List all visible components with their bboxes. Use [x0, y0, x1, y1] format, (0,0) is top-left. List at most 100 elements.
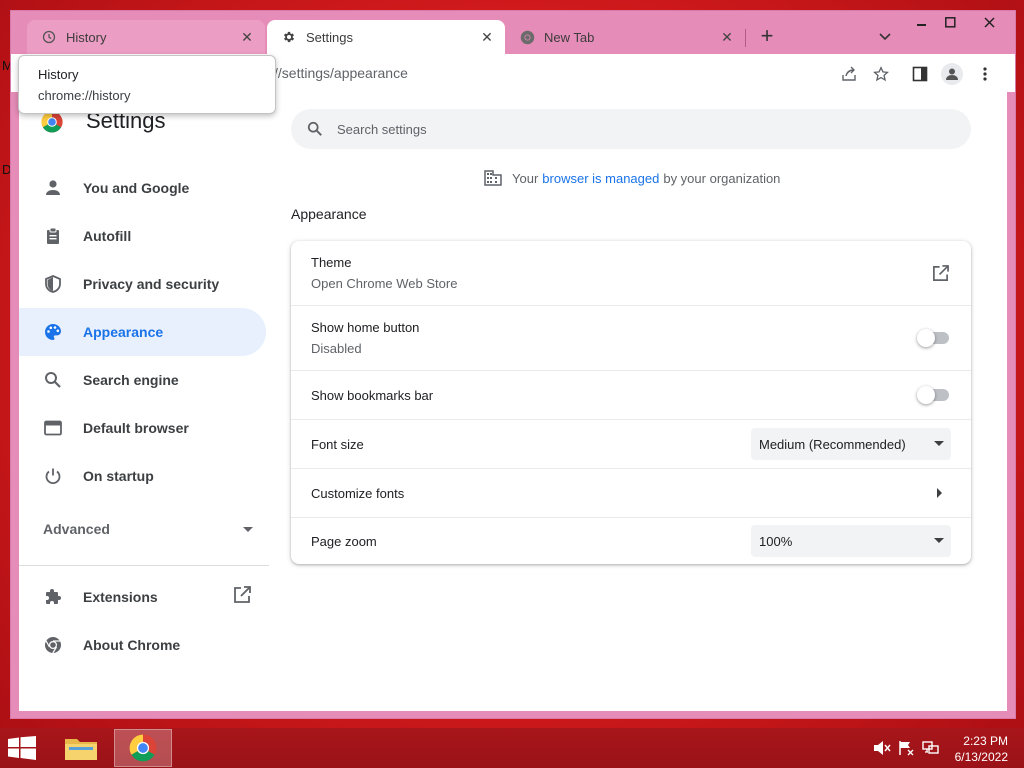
advanced-label: Advanced — [43, 521, 110, 537]
browser-icon — [41, 416, 65, 440]
open-in-new-icon[interactable] — [929, 262, 951, 284]
sidebar-item-privacy-and-security[interactable]: Privacy and security — [19, 260, 266, 308]
chrome-icon — [519, 29, 535, 45]
sidebar-item-appearance[interactable]: Appearance — [19, 308, 266, 356]
arrow-right-icon[interactable] — [929, 482, 951, 504]
puzzle-icon — [41, 585, 65, 609]
sidebar-item-extensions[interactable]: Extensions — [19, 573, 266, 621]
sidebar-item-on-startup[interactable]: On startup — [19, 452, 266, 500]
tab-title: Settings — [306, 29, 353, 45]
more-menu-icon[interactable] — [974, 63, 996, 85]
close-tab-icon[interactable]: ✕ — [717, 27, 737, 47]
font-size-label: Font size — [311, 436, 364, 452]
close-tab-icon[interactable]: ✕ — [237, 27, 257, 47]
settings-page: Settings You and Google Autofill Privacy… — [19, 92, 1007, 711]
new-tab-button[interactable]: + — [755, 25, 779, 49]
font-size-value: Medium (Recommended) — [759, 436, 906, 452]
sidebar-item-about-chrome[interactable]: About Chrome — [19, 621, 266, 669]
sidebar-item-label: Search engine — [83, 372, 179, 388]
sidebar-item-label: You and Google — [83, 180, 190, 196]
system-clock[interactable]: 2:23 PM 6/13/2022 — [955, 733, 1008, 765]
page-zoom-value: 100% — [759, 533, 793, 549]
caret-down-icon — [927, 538, 951, 544]
tab-title: History — [66, 29, 107, 45]
open-in-new-icon[interactable] — [233, 586, 253, 606]
chrome-outline-icon — [41, 633, 65, 657]
file-explorer-icon[interactable] — [52, 729, 110, 767]
sidebar-item-search-engine[interactable]: Search engine — [19, 356, 266, 404]
search-settings-input[interactable] — [337, 121, 937, 137]
appearance-card: Theme Open Chrome Web Store Show home bu… — [291, 241, 971, 564]
sidebar-divider — [19, 565, 269, 566]
managed-link[interactable]: browser is managed — [542, 171, 659, 186]
caret-down-icon — [927, 441, 951, 447]
close-tab-icon[interactable]: ✕ — [477, 27, 497, 47]
sidebar-item-label: About Chrome — [83, 637, 181, 653]
browser-window: History ✕ Settings ✕ New Tab ✕ + //setti… — [10, 10, 1016, 719]
page-zoom-select[interactable]: 100% — [751, 525, 951, 557]
page-zoom-row: Page zoom 100% — [291, 518, 971, 564]
tab-strip: History ✕ Settings ✕ New Tab ✕ + — [11, 11, 1015, 54]
font-size-row: Font size Medium (Recommended) — [291, 420, 971, 468]
managed-notice: Your browser is managed by your organiza… — [484, 169, 780, 187]
windows-start-icon[interactable] — [8, 736, 38, 760]
close-window-button[interactable] — [969, 11, 1009, 33]
bookmarks-bar-toggle[interactable] — [917, 386, 949, 404]
settings-sidebar: Settings You and Google Autofill Privacy… — [19, 92, 277, 711]
home-button-label: Show home button — [311, 320, 420, 335]
tab-new-tab[interactable]: New Tab ✕ — [505, 20, 745, 54]
search-settings-box[interactable] — [291, 109, 971, 149]
taskbar: 2:23 PM 6/13/2022 — [0, 728, 1024, 768]
sidebar-item-you-and-google[interactable]: You and Google — [19, 164, 266, 212]
tooltip-url: chrome://history — [38, 88, 131, 103]
managed-suffix: by your organization — [663, 170, 781, 186]
theme-label: Theme — [311, 255, 352, 270]
customize-fonts-label: Customize fonts — [311, 485, 405, 501]
clock-time: 2:23 PM — [963, 734, 1008, 748]
person-icon — [41, 176, 65, 200]
tab-title: New Tab — [544, 29, 595, 45]
sidebar-item-label: Appearance — [83, 324, 164, 340]
gear-icon — [281, 29, 297, 45]
minimize-button[interactable] — [907, 11, 937, 33]
section-title: Appearance — [291, 206, 367, 222]
power-icon — [41, 464, 65, 488]
palette-icon — [41, 320, 65, 344]
volume-muted-icon[interactable] — [873, 740, 891, 756]
action-center-flag-icon[interactable] — [898, 740, 916, 756]
tab-history[interactable]: History ✕ — [27, 20, 265, 54]
advanced-toggle[interactable]: Advanced — [43, 520, 253, 538]
page-zoom-label: Page zoom — [311, 533, 377, 549]
theme-sublabel: Open Chrome Web Store — [311, 276, 458, 291]
bookmarks-bar-row: Show bookmarks bar — [291, 371, 971, 419]
home-button-toggle[interactable] — [917, 329, 949, 347]
tab-settings[interactable]: Settings ✕ — [267, 20, 505, 54]
network-icon[interactable] — [922, 740, 940, 756]
building-icon — [484, 169, 502, 187]
sidebar-item-autofill[interactable]: Autofill — [19, 212, 266, 260]
history-icon — [41, 29, 57, 45]
profile-avatar-icon[interactable] — [941, 63, 963, 85]
home-button-row: Show home button Disabled — [291, 306, 971, 370]
sidebar-item-label: Default browser — [83, 420, 189, 436]
chrome-logo-icon — [41, 111, 63, 133]
share-icon[interactable] — [838, 63, 860, 85]
tooltip-title: History — [38, 67, 79, 82]
customize-fonts-row[interactable]: Customize fonts — [291, 469, 971, 517]
omnibox[interactable]: //settings/appearance — [274, 65, 408, 81]
chevron-down-icon[interactable] — [875, 27, 895, 47]
sidebar-item-label: Extensions — [83, 589, 158, 605]
theme-row[interactable]: Theme Open Chrome Web Store — [291, 241, 971, 305]
side-panel-icon[interactable] — [909, 63, 931, 85]
bookmarks-bar-label: Show bookmarks bar — [311, 387, 434, 403]
star-icon[interactable] — [870, 63, 892, 85]
clipboard-icon — [41, 224, 65, 248]
search-icon — [305, 119, 325, 139]
tab-tooltip: History chrome://history — [18, 55, 276, 114]
maximize-button[interactable] — [935, 11, 965, 33]
sidebar-item-label: On startup — [83, 468, 154, 484]
font-size-select[interactable]: Medium (Recommended) — [751, 428, 951, 460]
chrome-taskbar-icon[interactable] — [114, 729, 172, 767]
caret-down-icon — [243, 520, 253, 538]
sidebar-item-default-browser[interactable]: Default browser — [19, 404, 266, 452]
